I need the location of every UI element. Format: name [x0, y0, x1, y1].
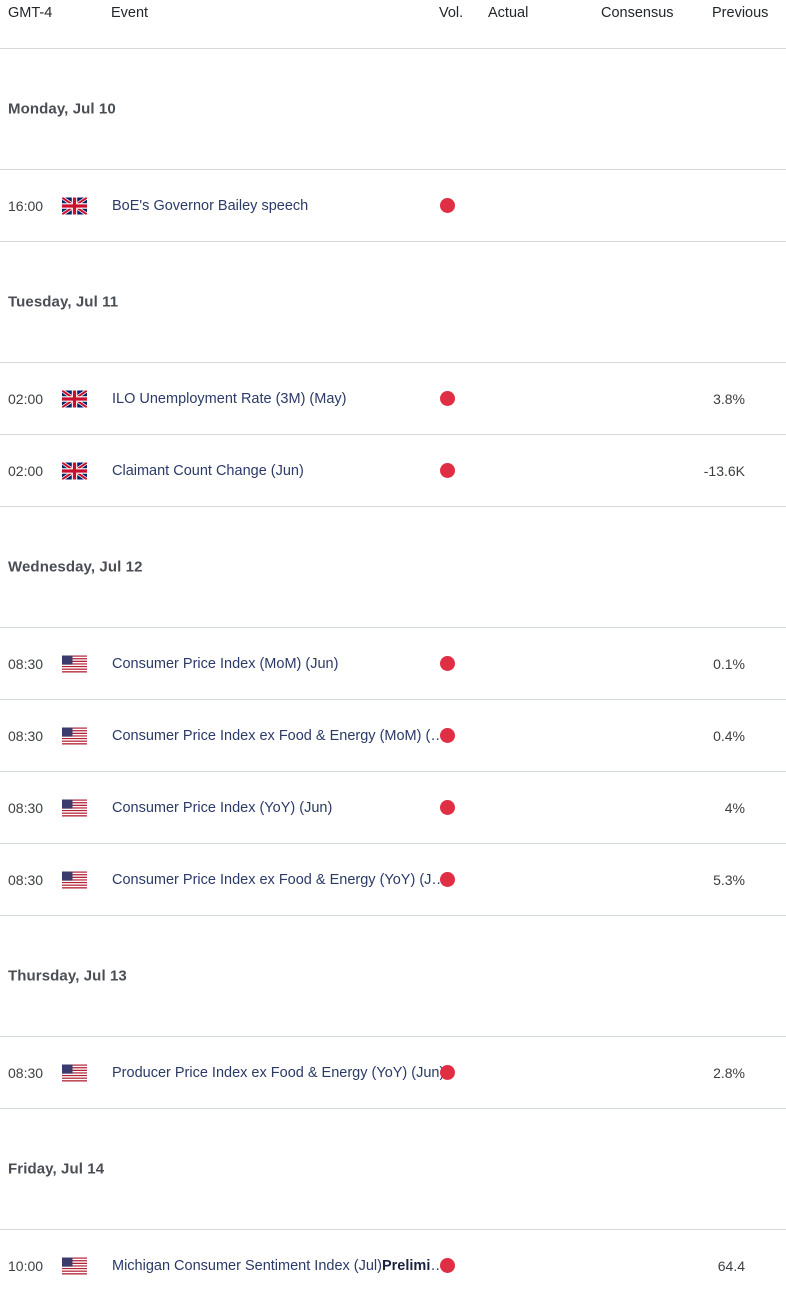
day-label: Wednesday, Jul 12: [8, 558, 143, 576]
event-time: 08:30: [8, 727, 44, 744]
event-time: 08:30: [8, 799, 44, 816]
event-previous-value: 0.4%: [713, 727, 745, 744]
event-time: 10:00: [8, 1257, 44, 1274]
day-group-header: Thursday, Jul 13: [0, 916, 786, 1036]
calendar-column-headers: GMT-4 Event Vol. Actual Consensus Previo…: [0, 0, 786, 48]
column-header-volatility: Vol.: [439, 5, 464, 21]
event-row[interactable]: 08:30 Producer Price Index ex Food & Ener…: [0, 1037, 786, 1108]
day-group-header: Friday, Jul 14: [0, 1109, 786, 1229]
event-title-link[interactable]: Consumer Price Index (MoM) (Jun): [112, 656, 447, 672]
event-title-link[interactable]: BoE's Governor Bailey speech: [112, 198, 447, 214]
day-label: Thursday, Jul 13: [8, 967, 127, 985]
volatility-indicator: [440, 727, 456, 744]
us-flag-icon: [62, 1064, 87, 1081]
day-group-header: Monday, Jul 10: [0, 49, 786, 169]
column-header-previous: Previous: [712, 5, 769, 21]
event-title-link[interactable]: Producer Price Index ex Food & Energy (Y…: [112, 1065, 447, 1081]
event-time: 02:00: [8, 390, 44, 407]
event-row[interactable]: 08:30 Consumer Price Index ex Food & Ener…: [0, 844, 786, 915]
column-header-timezone: GMT-4: [8, 5, 53, 21]
us-flag-icon: [62, 799, 87, 816]
volatility-dot-icon: [440, 1257, 455, 1273]
volatility-indicator: [440, 1064, 456, 1081]
volatility-dot-icon: [440, 871, 455, 887]
event-time: 02:00: [8, 462, 44, 479]
event-row[interactable]: 02:00 ILO Unemployment Rate (3M) (May) 3.8…: [0, 363, 786, 434]
event-title-link[interactable]: Claimant Count Change (Jun): [112, 463, 447, 479]
event-title-link[interactable]: Michigan Consumer Sentiment Index (Jul)P…: [112, 1258, 447, 1274]
day-label: Monday, Jul 10: [8, 100, 116, 118]
volatility-dot-icon: [440, 655, 455, 671]
event-title-link[interactable]: Consumer Price Index ex Food & Energy (M…: [112, 728, 447, 744]
event-row[interactable]: 16:00 BoE's Governor Bailey speech: [0, 170, 786, 241]
event-title-link[interactable]: Consumer Price Index ex Food & Energy (Y…: [112, 872, 447, 888]
event-row[interactable]: 10:00 Michigan Consumer Sentiment Index (…: [0, 1230, 786, 1301]
event-title-qualifier: Preliminary: [381, 1257, 447, 1274]
volatility-indicator: [440, 799, 456, 816]
volatility-indicator: [440, 197, 456, 214]
volatility-dot-icon: [440, 1064, 455, 1080]
day-group-header: Wednesday, Jul 12: [0, 507, 786, 627]
us-flag-icon: [62, 871, 87, 888]
volatility-dot-icon: [440, 390, 455, 406]
event-title-link[interactable]: Consumer Price Index (YoY) (Jun): [112, 800, 447, 816]
event-previous-value: 64.4: [717, 1257, 745, 1274]
event-time: 08:30: [8, 1064, 44, 1081]
event-previous-value: 0.1%: [713, 655, 745, 672]
event-time: 08:30: [8, 655, 44, 672]
volatility-dot-icon: [440, 462, 455, 478]
uk-flag-icon: [62, 390, 87, 407]
uk-flag-icon: [62, 462, 87, 479]
volatility-indicator: [440, 871, 456, 888]
day-label: Tuesday, Jul 11: [8, 293, 119, 311]
uk-flag-icon: [62, 197, 87, 214]
economic-calendar: GMT-4 Event Vol. Actual Consensus Previo…: [0, 0, 786, 1301]
column-header-consensus: Consensus: [601, 5, 674, 21]
event-previous-value: -13.6K: [703, 462, 745, 479]
column-header-actual: Actual: [488, 5, 529, 21]
volatility-dot-icon: [440, 727, 455, 743]
event-time: 08:30: [8, 871, 44, 888]
event-previous-value: 5.3%: [713, 871, 745, 888]
us-flag-icon: [62, 1257, 87, 1274]
volatility-indicator: [440, 390, 456, 407]
volatility-dot-icon: [440, 799, 455, 815]
calendar-body: Monday, Jul 10 16:00 BoE's Governor Bailey…: [0, 48, 786, 1301]
event-previous-value: 4%: [724, 799, 745, 816]
event-row[interactable]: 08:30 Consumer Price Index (MoM) (Jun) 0.1…: [0, 628, 786, 699]
event-title-link[interactable]: ILO Unemployment Rate (3M) (May): [112, 391, 447, 407]
us-flag-icon: [62, 655, 87, 672]
volatility-indicator: [440, 1257, 456, 1274]
event-row[interactable]: 08:30 Consumer Price Index (YoY) (Jun) 4%: [0, 772, 786, 843]
us-flag-icon: [62, 727, 87, 744]
event-previous-value: 3.8%: [713, 390, 745, 407]
volatility-indicator: [440, 655, 456, 672]
volatility-dot-icon: [440, 197, 455, 213]
day-label: Friday, Jul 14: [8, 1160, 105, 1178]
event-time: 16:00: [8, 197, 44, 214]
column-header-event: Event: [111, 5, 149, 21]
volatility-indicator: [440, 462, 456, 479]
day-group-header: Tuesday, Jul 11: [0, 242, 786, 362]
event-row[interactable]: 02:00 Claimant Count Change (Jun) -13.6K: [0, 435, 786, 506]
event-previous-value: 2.8%: [713, 1064, 745, 1081]
event-row[interactable]: 08:30 Consumer Price Index ex Food & Ener…: [0, 700, 786, 771]
